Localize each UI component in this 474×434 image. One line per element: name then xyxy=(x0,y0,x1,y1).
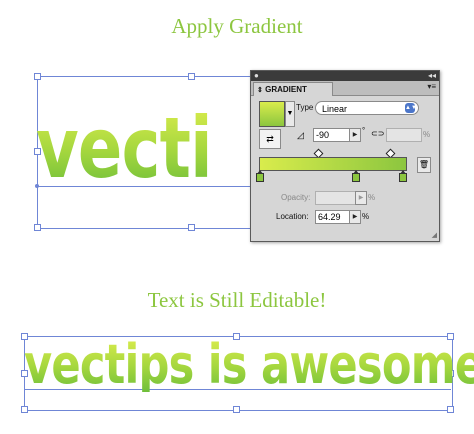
opacity-dropdown-button[interactable]: ▶ xyxy=(355,191,367,205)
panel-menu-icon[interactable]: ▾≡ xyxy=(427,82,436,91)
angle-dropdown-button[interactable]: ▶ xyxy=(349,128,361,142)
aspect-unit-label: % xyxy=(423,130,431,139)
type-select[interactable]: Linear ▲▼ xyxy=(315,101,419,115)
tab-gradient[interactable]: ⇕ GRADIENT xyxy=(253,82,333,96)
gradient-panel: ● ◂◂ ⇕ GRADIENT ▾≡ ▼ Type Linear ▲▼ ⇄ ◿ … xyxy=(250,70,440,242)
tab-gradient-label: GRADIENT xyxy=(265,85,307,94)
gradient-swatch[interactable] xyxy=(259,101,285,127)
selection-handle[interactable] xyxy=(447,406,454,413)
reverse-gradient-button[interactable]: ⇄ xyxy=(259,129,281,149)
selection-handle[interactable] xyxy=(34,224,41,231)
selection-handle[interactable] xyxy=(188,73,195,80)
selection-handle[interactable] xyxy=(188,224,195,231)
close-icon[interactable]: ● xyxy=(254,71,259,81)
selection-handle[interactable] xyxy=(233,406,240,413)
type-select-value: Linear xyxy=(322,104,348,114)
opacity-unit-label: % xyxy=(368,193,376,202)
type-label: Type xyxy=(296,103,314,112)
reverse-arrows-icon: ⇄ xyxy=(266,134,274,144)
diamond-arrow-icon: ⇕ xyxy=(257,87,263,94)
gradient-text-bottom[interactable]: vectips is awesome xyxy=(24,338,474,392)
heading-text-editable: Text is Still Editable! xyxy=(147,288,327,312)
resize-grip-icon[interactable]: ◢ xyxy=(432,231,437,239)
trash-icon: 🗑 xyxy=(418,160,430,169)
collapse-icon[interactable]: ◂◂ xyxy=(428,71,436,81)
panel-tab-row: ⇕ GRADIENT ▾≡ xyxy=(251,81,439,96)
opacity-input[interactable] xyxy=(315,191,357,205)
angle-icon: ◿ xyxy=(297,130,304,140)
opacity-label: Opacity: xyxy=(281,193,311,202)
gradient-slider[interactable] xyxy=(259,157,407,171)
triangle-down-icon: ▼ xyxy=(286,110,294,117)
selection-handle[interactable] xyxy=(34,73,41,80)
color-stop-middle[interactable] xyxy=(352,170,360,182)
gradient-text-top[interactable]: vecti xyxy=(36,106,213,190)
heading-apply-gradient: Apply Gradient xyxy=(171,14,303,38)
location-unit-label: % xyxy=(362,212,370,221)
angle-unit-label: ° xyxy=(362,126,366,135)
delete-stop-button[interactable]: 🗑 xyxy=(417,157,431,173)
panel-titlebar[interactable]: ● ◂◂ xyxy=(251,71,439,81)
selection-handle[interactable] xyxy=(21,406,28,413)
swatch-dropdown-button[interactable]: ▼ xyxy=(285,101,295,127)
aspect-ratio-icon: ⊂⊃ xyxy=(371,129,385,138)
location-input[interactable]: 64.29 xyxy=(315,210,353,224)
color-stop-end[interactable] xyxy=(399,170,407,182)
angle-input[interactable]: -90 xyxy=(313,128,351,142)
location-dropdown-button[interactable]: ▶ xyxy=(349,210,361,224)
location-label: Location: xyxy=(276,212,309,221)
aspect-ratio-input[interactable] xyxy=(386,128,422,142)
updown-arrows-icon: ▲▼ xyxy=(405,103,417,113)
color-stop-start[interactable] xyxy=(256,170,264,182)
